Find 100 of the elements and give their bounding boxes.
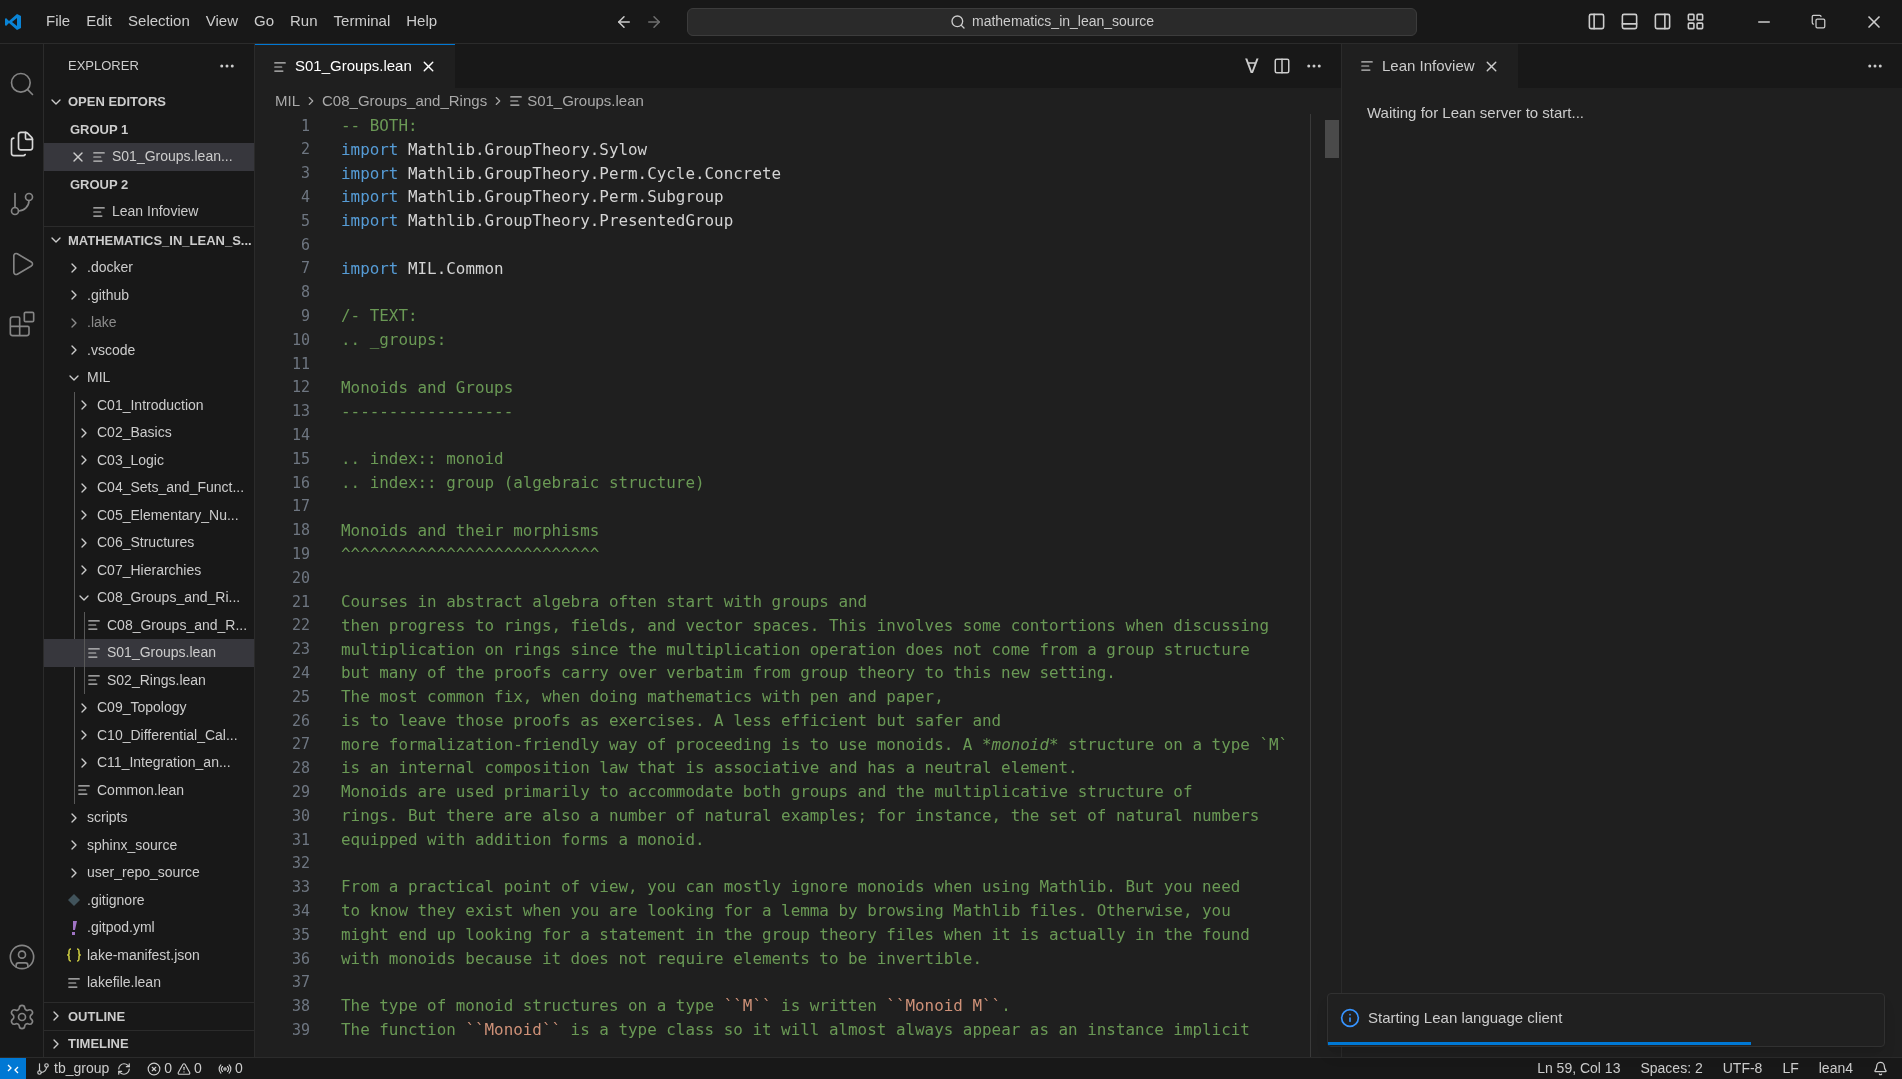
blocks-icon[interactable] bbox=[7, 310, 36, 338]
search-text: mathematics_in_lean_source bbox=[972, 12, 1155, 31]
file-row[interactable]: lake-manifest.json bbox=[44, 941, 254, 969]
problems-item[interactable]: 0 0 bbox=[147, 1058, 202, 1079]
line-number: 4 bbox=[299, 187, 310, 209]
remote-icon bbox=[7, 1063, 19, 1074]
status-item[interactable]: Ln 59, Col 13 bbox=[1537, 1058, 1621, 1079]
folder-row[interactable]: C06_Structures bbox=[44, 529, 254, 557]
exclamation-icon bbox=[71, 920, 77, 935]
folder-row[interactable]: sphinx_source bbox=[44, 831, 254, 859]
folder-row[interactable]: C02_Basics bbox=[44, 419, 254, 447]
file-row[interactable]: Common.lean bbox=[44, 776, 254, 804]
code-line: ^^^^^^^^^^^^^^^^^^^^^^^^^^^ bbox=[341, 543, 600, 566]
file-row[interactable]: C08_Groups_and_R... bbox=[44, 611, 254, 639]
line-number: 25 bbox=[290, 686, 310, 708]
line-number: 11 bbox=[290, 353, 310, 375]
menu-item[interactable]: Run bbox=[282, 7, 326, 36]
code-line: The most common fix, when doing mathematics with pen and paper, bbox=[341, 686, 944, 709]
bell-icon[interactable] bbox=[1873, 1061, 1888, 1076]
sidebar-title: EXPLORER bbox=[68, 57, 139, 76]
file-row[interactable]: S02_Rings.lean bbox=[44, 666, 254, 694]
file-row[interactable]: .gitignore bbox=[44, 886, 254, 914]
folder-row[interactable]: .lake bbox=[44, 309, 254, 337]
restore-icon[interactable] bbox=[1811, 14, 1826, 29]
folder-row[interactable]: C05_Elementary_Nu... bbox=[44, 501, 254, 529]
line-number: 1 bbox=[299, 115, 310, 137]
account-icon[interactable] bbox=[7, 943, 36, 971]
sync-icon[interactable] bbox=[117, 1061, 132, 1076]
code-line: import Mathlib.GroupTheory.Perm.Cycle.Concrete bbox=[341, 162, 782, 185]
code-line: is to leave those proofs as exercises. A less efficient but safer and bbox=[341, 709, 1002, 732]
folder-row[interactable]: MIL bbox=[44, 364, 254, 392]
menu-item[interactable]: Go bbox=[246, 7, 282, 36]
status-item[interactable]: UTF-8 bbox=[1722, 1058, 1763, 1079]
menu-item[interactable]: Selection bbox=[120, 7, 198, 36]
scrollbar-thumb[interactable] bbox=[1325, 120, 1339, 158]
code-line: Monoids and their morphisms bbox=[341, 519, 600, 542]
line-number: 31 bbox=[290, 829, 310, 851]
menu-item[interactable]: Terminal bbox=[325, 7, 399, 36]
line-number: 32 bbox=[290, 853, 310, 875]
folder-row[interactable]: .docker bbox=[44, 254, 254, 282]
line-number: 23 bbox=[290, 639, 310, 661]
file-row[interactable]: S01_Groups.lean bbox=[44, 639, 254, 667]
code-line: then progress to rings, fields, and vector spaces. This involves some contortions when discussing bbox=[341, 614, 1269, 637]
section-header[interactable]: MATHEMATICS_IN_LEAN_S... bbox=[44, 226, 254, 254]
code-line: The function ``Monoid`` is a type class so it will almost always appear as an instance implicit bbox=[341, 1019, 1250, 1042]
breadcrumb-item[interactable]: MIL bbox=[275, 89, 300, 113]
branch-item[interactable]: tb_group bbox=[36, 1058, 110, 1079]
code-line: -- BOTH: bbox=[341, 114, 418, 137]
panel-left-icon[interactable] bbox=[1587, 12, 1606, 31]
line-number: 10 bbox=[290, 329, 310, 351]
breadcrumb-item[interactable]: C08_Groups_and_Rings bbox=[322, 89, 488, 113]
command-search-field[interactable]: mathematics_in_lean_source bbox=[687, 7, 1418, 36]
folder-row[interactable]: C04_Sets_and_Funct... bbox=[44, 474, 254, 502]
ports-item[interactable]: 0 bbox=[217, 1058, 243, 1079]
status-item[interactable]: lean4 bbox=[1818, 1058, 1853, 1079]
file-lines-icon bbox=[92, 149, 106, 164]
menu-item[interactable]: Edit bbox=[78, 7, 121, 36]
folder-row[interactable]: .github bbox=[44, 281, 254, 309]
file-row[interactable]: .gitpod.yml bbox=[44, 914, 254, 942]
folder-row[interactable]: .vscode bbox=[44, 336, 254, 364]
editor-tab[interactable]: S01_Groups.lean bbox=[255, 44, 455, 88]
code-line: ------------------ bbox=[341, 400, 514, 423]
layout-icon[interactable] bbox=[1686, 12, 1705, 31]
code-line: .. index:: group (algebraic structure) bbox=[341, 471, 705, 494]
split-editor-icon[interactable] bbox=[1273, 57, 1291, 75]
remote-button[interactable] bbox=[0, 1058, 26, 1079]
panel-bottom-icon[interactable] bbox=[1620, 12, 1639, 31]
folder-row[interactable]: C09_Topology bbox=[44, 694, 254, 722]
menu-item[interactable]: View bbox=[197, 7, 246, 36]
section-header[interactable]: OPEN EDITORS bbox=[44, 88, 254, 116]
code-line: rings. But there are also a number of natural examples; for instance, the set of natural numbers bbox=[341, 805, 1260, 828]
folder-row[interactable]: C08_Groups_and_Ri... bbox=[44, 584, 254, 612]
diamond-icon bbox=[68, 894, 80, 907]
code-line: import MIL.Common bbox=[341, 257, 504, 280]
open-editor-item[interactable]: Lean Infoview bbox=[44, 198, 254, 226]
panel-right-icon[interactable] bbox=[1653, 12, 1672, 31]
line-number: 5 bbox=[299, 210, 310, 232]
infoview-tab[interactable]: Lean Infoview bbox=[1342, 44, 1518, 88]
status-item[interactable]: LF bbox=[1782, 1058, 1799, 1079]
lean-menu-button[interactable]: ∀ bbox=[1245, 51, 1259, 81]
notification-message: Starting Lean language client bbox=[1368, 1007, 1563, 1028]
line-number: 12 bbox=[290, 377, 310, 399]
folder-row[interactable]: C10_Differential_Cal... bbox=[44, 721, 254, 749]
folder-row[interactable]: C03_Logic bbox=[44, 446, 254, 474]
section-header[interactable]: OUTLINE bbox=[44, 1002, 254, 1030]
folder-row[interactable]: C01_Introduction bbox=[44, 391, 254, 419]
status-item[interactable]: Spaces: 2 bbox=[1640, 1058, 1703, 1079]
folder-row[interactable]: scripts bbox=[44, 804, 254, 832]
line-number: 33 bbox=[290, 877, 310, 899]
code-line: to know they exist when you are looking for a lemma by browsing Mathlib files. Otherwise, you bbox=[341, 900, 1231, 923]
folder-row[interactable]: user_repo_source bbox=[44, 859, 254, 887]
info-icon bbox=[1340, 1008, 1360, 1028]
open-editor-item[interactable]: S01_Groups.lean... bbox=[44, 143, 254, 171]
menu-item[interactable]: Help bbox=[398, 7, 446, 36]
menu-item[interactable]: File bbox=[38, 7, 79, 36]
file-row[interactable]: lakefile.lean bbox=[44, 969, 254, 997]
code-line: Courses in abstract algebra often start with groups and bbox=[341, 590, 868, 613]
folder-row[interactable]: C07_Hierarchies bbox=[44, 556, 254, 584]
breadcrumb-item[interactable]: S01_Groups.lean bbox=[527, 89, 644, 113]
folder-row[interactable]: C11_Integration_an... bbox=[44, 749, 254, 777]
